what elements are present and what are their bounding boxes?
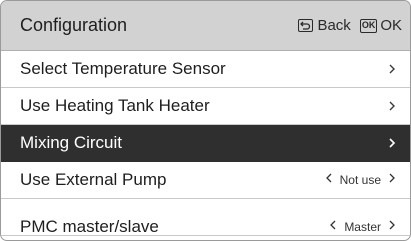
menu-item-select-temperature-sensor[interactable]: Select Temperature Sensor <box>1 51 410 88</box>
menu-item-label: PMC master/slave <box>20 217 159 236</box>
chevron-right-icon <box>388 63 396 75</box>
chevron-left-icon[interactable] <box>329 218 337 236</box>
ok-button[interactable]: OK OK <box>359 17 402 34</box>
value-selector[interactable]: Not use <box>325 171 396 189</box>
menu-item-label: Select Temperature Sensor <box>20 59 226 78</box>
menu-item-pmc-master-slave[interactable]: PMC master/slave Master <box>1 199 410 236</box>
back-label: Back <box>317 17 351 34</box>
menu-item-use-external-pump[interactable]: Use External Pump Not use <box>1 162 410 199</box>
back-button[interactable]: Back <box>298 17 351 34</box>
page-title: Configuration <box>20 15 128 35</box>
option-value: Not use <box>339 173 381 187</box>
menu-item-label: Use External Pump <box>20 170 167 189</box>
menu-list: Select Temperature Sensor Use Heating Ta… <box>1 51 410 236</box>
header-bar: Configuration Back OK OK <box>1 1 410 51</box>
ok-key-icon: OK <box>359 18 378 33</box>
menu-item-use-heating-tank-heater[interactable]: Use Heating Tank Heater <box>1 88 410 125</box>
menu-item-label: Mixing Circuit <box>20 133 123 152</box>
menu-item-label: Use Heating Tank Heater <box>20 96 210 115</box>
ok-label: OK <box>380 17 402 34</box>
chevron-right-icon[interactable] <box>388 218 396 236</box>
value-selector[interactable]: Master <box>329 218 396 236</box>
chevron-right-icon <box>388 100 396 112</box>
chevron-right-icon[interactable] <box>388 171 396 189</box>
chevron-left-icon[interactable] <box>325 171 333 189</box>
option-value: Master <box>344 220 381 234</box>
menu-item-mixing-circuit[interactable]: Mixing Circuit <box>1 125 410 162</box>
back-arrow-icon <box>298 19 314 32</box>
chevron-right-icon <box>388 137 396 149</box>
configuration-screen: Configuration Back OK OK Select Temperat… <box>0 0 411 241</box>
